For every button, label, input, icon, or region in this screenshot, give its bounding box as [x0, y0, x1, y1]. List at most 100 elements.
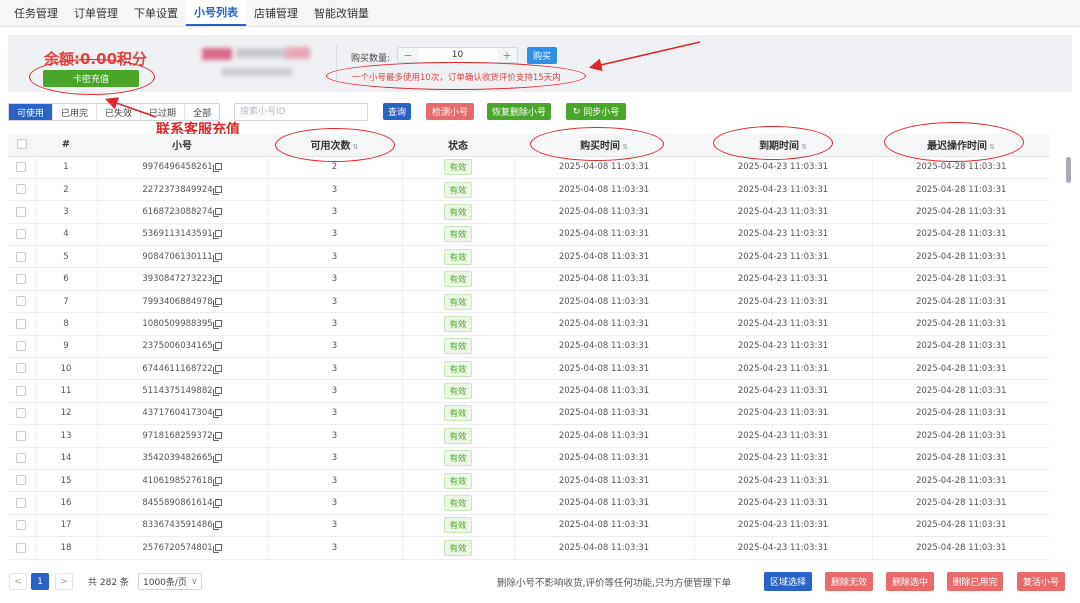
- copy-icon[interactable]: [212, 454, 222, 464]
- account-id-cell: 2576720574801: [97, 536, 268, 560]
- decrement-button[interactable]: −: [398, 48, 418, 62]
- copy-icon[interactable]: [212, 342, 222, 352]
- page-size-select[interactable]: 1000条/页 ∨: [138, 573, 202, 590]
- table-scrollbar[interactable]: [1066, 157, 1071, 183]
- restore-button[interactable]: 恢复删除小号: [487, 103, 551, 120]
- copy-icon[interactable]: [212, 409, 222, 419]
- status-cell: 有效: [402, 469, 515, 493]
- copy-icon[interactable]: [212, 499, 222, 509]
- top-nav: 任务管理 订单管理 下单设置 小号列表 店铺管理 智能改销量: [0, 0, 1080, 27]
- copy-icon[interactable]: [212, 364, 222, 374]
- delete-used-up-button[interactable]: 删除已用完: [947, 572, 1003, 591]
- row-checkbox[interactable]: [8, 379, 36, 403]
- buy-time: 2025-04-08 11:03:31: [514, 536, 695, 560]
- copy-icon[interactable]: [212, 387, 222, 397]
- page-1-button[interactable]: 1: [31, 573, 49, 590]
- copy-icon[interactable]: [212, 319, 222, 329]
- copy-icon[interactable]: [212, 431, 222, 441]
- copy-icon[interactable]: [212, 252, 222, 262]
- table-row[interactable]: 2 2272373849924 3 有效 2025-04-08 11:03:31 2025…: [8, 178, 1050, 202]
- row-checkbox[interactable]: [8, 245, 36, 269]
- row-checkbox[interactable]: [8, 267, 36, 291]
- row-index: 18: [35, 536, 98, 560]
- copy-icon[interactable]: [212, 476, 222, 486]
- filter-available[interactable]: 可使用: [9, 104, 54, 120]
- delete-selected-button[interactable]: 删除选中: [886, 572, 934, 591]
- row-checkbox[interactable]: [8, 223, 36, 247]
- table-row[interactable]: 7 7993406884978 3 有效 2025-04-08 11:03:31 2025…: [8, 290, 1050, 314]
- copy-icon[interactable]: [212, 297, 222, 307]
- copy-icon[interactable]: [212, 230, 222, 240]
- sync-button[interactable]: ↻ 同步小号: [566, 103, 626, 120]
- row-checkbox[interactable]: [8, 312, 36, 336]
- table-row[interactable]: 17 8336743591486 3 有效 2025-04-08 11:03:31 202…: [8, 514, 1050, 538]
- table-row[interactable]: 9 2375006034165 3 有效 2025-04-08 11:03:31 2025…: [8, 335, 1050, 359]
- copy-icon[interactable]: [212, 207, 222, 217]
- buy-time: 2025-04-08 11:03:31: [514, 469, 695, 493]
- filter-all[interactable]: 全部: [185, 104, 219, 120]
- row-checkbox[interactable]: [8, 335, 36, 359]
- tab-smart-sales[interactable]: 智能改销量: [306, 0, 377, 26]
- tab-order-settings[interactable]: 下单设置: [126, 0, 186, 26]
- row-checkbox[interactable]: [8, 491, 36, 515]
- status-cell: 有效: [402, 267, 515, 291]
- query-button[interactable]: 查询: [383, 103, 411, 120]
- row-checkbox[interactable]: [8, 469, 36, 493]
- filter-invalid[interactable]: 已失效: [97, 104, 142, 120]
- copy-icon[interactable]: [212, 163, 222, 173]
- table-row[interactable]: 12 4371760417304 3 有效 2025-04-08 11:03:31 202…: [8, 402, 1050, 426]
- row-checkbox[interactable]: [8, 536, 36, 560]
- increment-button[interactable]: +: [497, 48, 517, 62]
- region-select-button[interactable]: 区域选择: [764, 572, 812, 591]
- account-id: 2375006034165: [142, 341, 213, 352]
- table-row[interactable]: 8 1080509988395 3 有效 2025-04-08 11:03:31 2025…: [8, 312, 1050, 336]
- buy-button[interactable]: 购买: [527, 47, 557, 64]
- buy-time: 2025-04-08 11:03:31: [514, 178, 695, 202]
- copy-icon[interactable]: [212, 185, 222, 195]
- row-checkbox[interactable]: [8, 514, 36, 538]
- table-row[interactable]: 18 2576720574801 3 有效 2025-04-08 11:03:31 202…: [8, 536, 1050, 560]
- row-checkbox[interactable]: [8, 290, 36, 314]
- tab-tasks[interactable]: 任务管理: [6, 0, 66, 26]
- row-checkbox[interactable]: [8, 402, 36, 426]
- table-row[interactable]: 10 6744611168722 3 有效 2025-04-08 11:03:31 202…: [8, 357, 1050, 381]
- tab-account-list[interactable]: 小号列表: [186, 0, 246, 26]
- select-all-checkbox[interactable]: [8, 134, 35, 157]
- table-row[interactable]: 15 4106198527618 3 有效 2025-04-08 11:03:31 202…: [8, 469, 1050, 493]
- table-row[interactable]: 4 5369113143591 3 有效 2025-04-08 11:03:31 2025…: [8, 223, 1050, 247]
- buy-time: 2025-04-08 11:03:31: [514, 402, 695, 426]
- remaining-count: 3: [267, 267, 403, 291]
- revive-account-button[interactable]: 复活小号: [1017, 572, 1065, 591]
- table-row[interactable]: 5 9084706130111 3 有效 2025-04-08 11:03:31 2025…: [8, 245, 1050, 269]
- delete-invalid-button[interactable]: 删除无效: [825, 572, 873, 591]
- search-input[interactable]: [234, 103, 368, 121]
- tab-orders[interactable]: 订单管理: [66, 0, 126, 26]
- quantity-stepper[interactable]: − 10 +: [397, 47, 518, 63]
- table-row[interactable]: 14 3542039482665 3 有效 2025-04-08 11:03:31 202…: [8, 447, 1050, 470]
- copy-icon[interactable]: [212, 275, 222, 285]
- next-page-button[interactable]: >: [55, 573, 73, 590]
- table-row[interactable]: 3 6168723088274 3 有效 2025-04-08 11:03:31 2025…: [8, 200, 1050, 224]
- row-checkbox[interactable]: [8, 424, 36, 448]
- copy-icon[interactable]: [212, 521, 222, 531]
- prev-page-button[interactable]: <: [9, 573, 27, 590]
- row-checkbox[interactable]: [8, 447, 36, 470]
- buy-time: 2025-04-08 11:03:31: [514, 267, 695, 291]
- table-row[interactable]: 16 8455890861614 3 有效 2025-04-08 11:03:31 202…: [8, 491, 1050, 515]
- row-checkbox[interactable]: [8, 357, 36, 381]
- row-checkbox[interactable]: [8, 156, 36, 179]
- row-checkbox[interactable]: [8, 178, 36, 202]
- tab-shops[interactable]: 店铺管理: [246, 0, 306, 26]
- filter-expired[interactable]: 已过期: [141, 104, 186, 120]
- expire-time: 2025-04-23 11:03:31: [694, 267, 873, 291]
- detect-button[interactable]: 检测小号: [426, 103, 474, 120]
- row-checkbox[interactable]: [8, 200, 36, 224]
- quantity-input[interactable]: 10: [418, 48, 497, 62]
- table-row[interactable]: 11 5114375149882 3 有效 2025-04-08 11:03:31 202…: [8, 379, 1050, 403]
- table-row[interactable]: 1 9976496458261 2 有效 2025-04-08 11:03:31 2025…: [8, 156, 1050, 179]
- table-row[interactable]: 13 9718168259372 3 有效 2025-04-08 11:03:31 202…: [8, 424, 1050, 448]
- filter-used-up[interactable]: 已用完: [53, 104, 98, 120]
- copy-icon[interactable]: [212, 543, 222, 553]
- table-row[interactable]: 6 3930847273223 3 有效 2025-04-08 11:03:31 2025…: [8, 267, 1050, 291]
- expire-time: 2025-04-23 11:03:31: [694, 491, 873, 515]
